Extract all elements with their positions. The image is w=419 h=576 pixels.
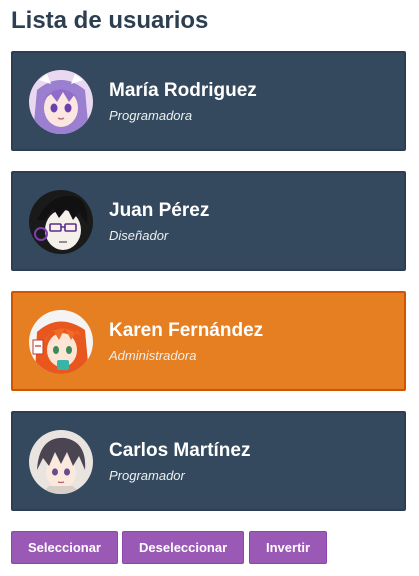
avatar (29, 430, 93, 494)
anime-girl-orange-hair-avatar (29, 310, 93, 374)
anime-girl-purple-hair-avatar (29, 70, 93, 134)
user-list-page: Lista de usuarios María Rodriguez Progra… (0, 0, 419, 576)
user-role: Administradora (109, 348, 197, 363)
user-name: María Rodriguez (109, 80, 257, 101)
avatar (29, 190, 93, 254)
user-card-carlos[interactable]: Carlos Martínez Programador (11, 411, 406, 511)
select-button[interactable]: Seleccionar (11, 531, 118, 564)
user-name: Juan Pérez (109, 200, 210, 221)
page-title: Lista de usuarios (11, 7, 209, 34)
user-name: Karen Fernández (109, 320, 264, 341)
avatar (29, 70, 93, 134)
user-card-karen[interactable]: Karen Fernández Administradora (11, 291, 406, 391)
user-role: Diseñador (109, 228, 169, 243)
anime-boy-dark-hair-avatar (29, 430, 93, 494)
user-card-maria[interactable]: María Rodriguez Programadora (11, 51, 406, 151)
avatar (29, 310, 93, 374)
user-role: Programadora (109, 108, 193, 123)
invert-button[interactable]: Invertir (249, 531, 328, 564)
user-name: Carlos Martínez (109, 440, 251, 461)
anime-boy-glasses-avatar (29, 190, 93, 254)
user-card-juan[interactable]: Juan Pérez Diseñador (11, 171, 406, 271)
user-role: Programador (109, 468, 185, 483)
deselect-button[interactable]: Deseleccionar (122, 531, 245, 564)
